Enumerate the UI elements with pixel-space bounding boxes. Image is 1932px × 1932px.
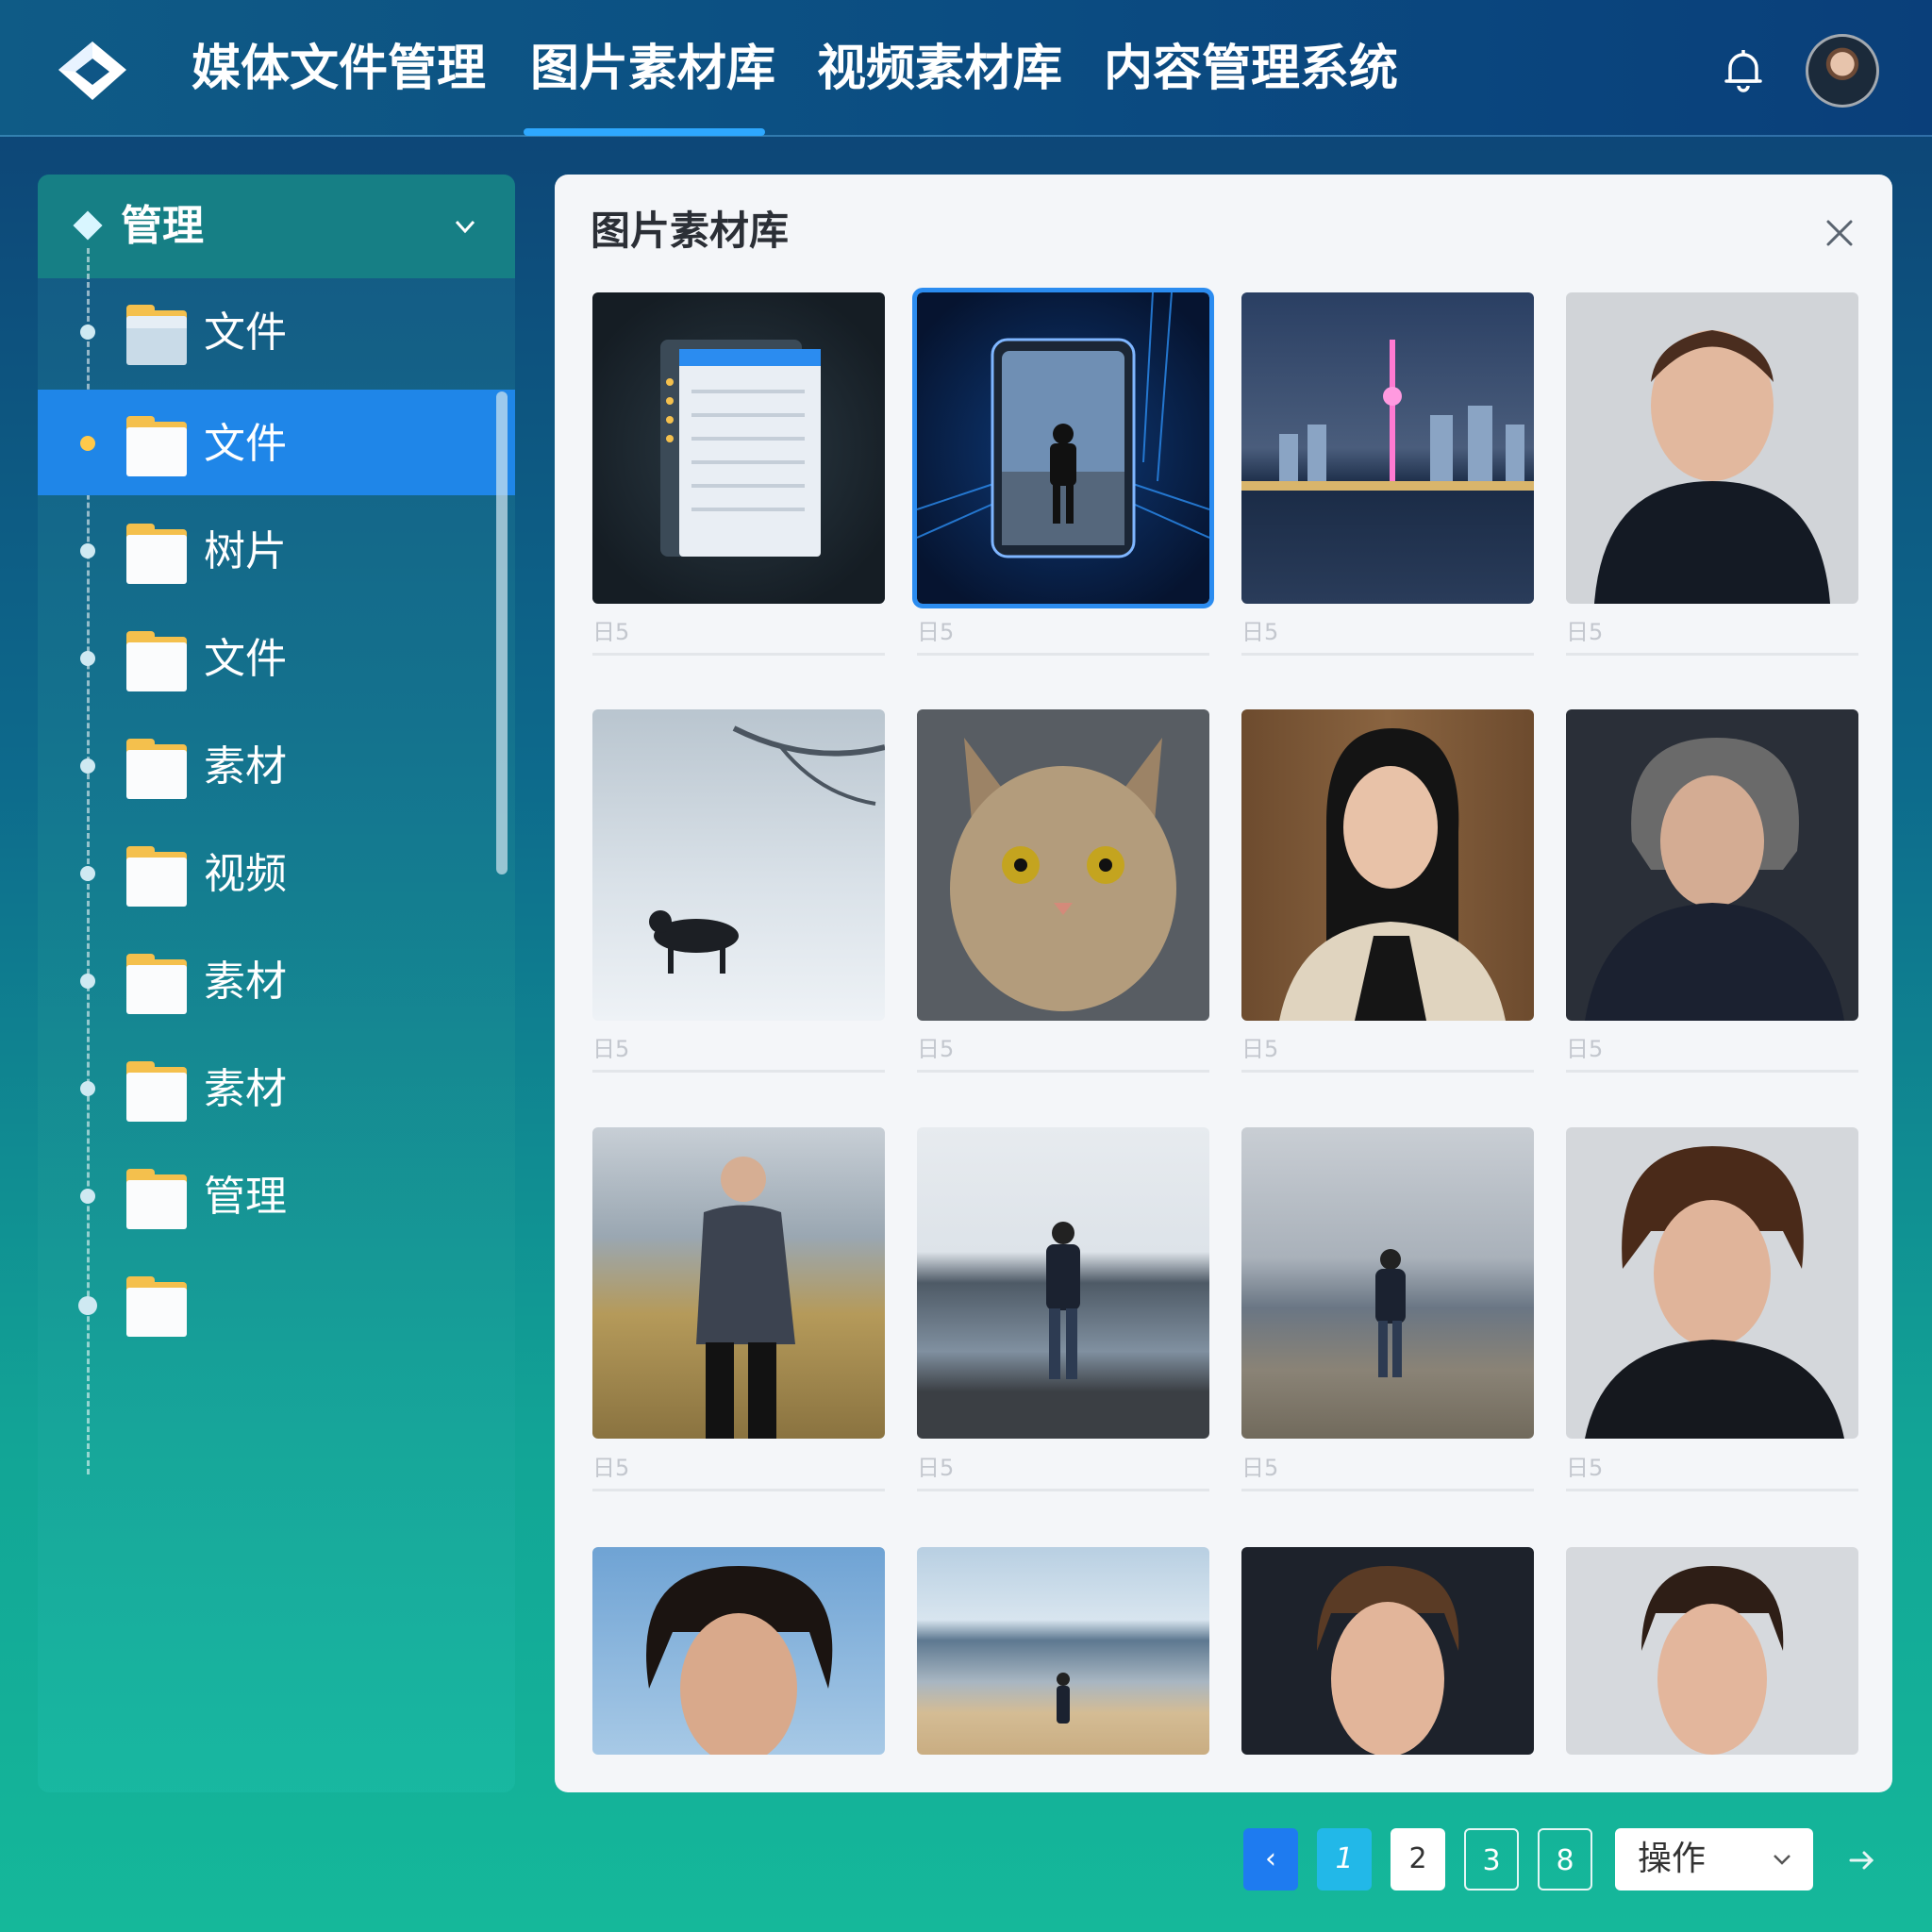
- thumb-caption: 日5: [592, 618, 885, 656]
- thumb-caption: 日5: [592, 1035, 885, 1073]
- thumb-phone-person[interactable]: [912, 288, 1214, 608]
- close-icon[interactable]: [1821, 214, 1858, 252]
- panel-title: 图片素材库: [591, 208, 790, 254]
- thumb-caption: 日5: [1241, 618, 1534, 656]
- top-navbar: 媒体文件管理 图片素材库 视频素材库 内容管理系统: [0, 0, 1932, 137]
- folder-icon: [126, 1169, 187, 1229]
- app-logo-icon[interactable]: [55, 38, 130, 104]
- folder-icon: [126, 524, 187, 584]
- thumb-man-portrait[interactable]: [1566, 292, 1858, 604]
- tree-item-video[interactable]: 视频: [38, 820, 515, 925]
- thumb-man-curly-dark[interactable]: [1566, 709, 1858, 1021]
- tree-item-label: 文件: [204, 635, 287, 683]
- chevron-down-icon[interactable]: [449, 210, 481, 242]
- folder-icon: [126, 305, 187, 365]
- thumb-caption: 日5: [917, 1035, 1209, 1073]
- sidebar-scrollbar[interactable]: [496, 391, 508, 874]
- page-current[interactable]: 1: [1317, 1828, 1372, 1890]
- folder-icon: [126, 1276, 187, 1337]
- thumb-document-mockup[interactable]: [592, 292, 885, 604]
- tree-item-material-2[interactable]: 素材: [38, 927, 515, 1033]
- tree-item-label: 素材: [204, 1065, 287, 1113]
- action-select[interactable]: 操作: [1615, 1828, 1813, 1890]
- tree-item-file-2[interactable]: 文件: [38, 605, 515, 710]
- thumb-woman-library[interactable]: [1241, 709, 1534, 1021]
- nav-cms[interactable]: 内容管理系统: [1104, 36, 1398, 102]
- tree-item-file-active[interactable]: 文件: [38, 390, 515, 495]
- thumb-man-lake[interactable]: [592, 1127, 885, 1439]
- tree-node-dot: [80, 325, 95, 340]
- sidebar: 管理 文件 文件 树片 文件 素材 视频 素材 素材 管理: [38, 175, 515, 1792]
- folder-icon: [126, 739, 187, 799]
- page-3[interactable]: 3: [1464, 1828, 1519, 1890]
- thumb-caption: 日5: [1566, 1035, 1858, 1073]
- chevron-down-icon: [1774, 1855, 1790, 1865]
- folder-icon: [126, 954, 187, 1014]
- folder-icon: [126, 1061, 187, 1122]
- action-select-value: 操作: [1638, 1840, 1707, 1878]
- thumb-young-man[interactable]: [592, 1547, 885, 1755]
- nav-video-library[interactable]: 视频素材库: [817, 36, 1062, 102]
- diamond-icon: [73, 210, 103, 241]
- tree-node-dot: [80, 974, 95, 989]
- tree-item-label: 视频: [204, 850, 287, 898]
- thumb-man-curly-portrait[interactable]: [1566, 1127, 1858, 1439]
- thumb-man-dark[interactable]: [1241, 1547, 1534, 1755]
- nav-image-library[interactable]: 图片素材库: [530, 36, 775, 102]
- user-avatar[interactable]: [1806, 34, 1879, 108]
- tree-node-dot: [78, 1296, 97, 1315]
- tree-node-dot: [80, 758, 95, 774]
- tree-node-dot: [80, 651, 95, 666]
- page-8[interactable]: 8: [1538, 1828, 1592, 1890]
- tree-item-material-3[interactable]: 素材: [38, 1035, 515, 1141]
- thumb-person-beach[interactable]: [917, 1547, 1209, 1755]
- tree-item-label: 文件: [204, 420, 287, 468]
- next-page-arrow-icon[interactable]: [1843, 1841, 1881, 1879]
- bell-icon[interactable]: [1719, 45, 1768, 94]
- thumb-caption: 日5: [917, 1454, 1209, 1491]
- thumb-person-rocks[interactable]: [1241, 1127, 1534, 1439]
- tree-node-dot: [80, 1081, 95, 1096]
- thumb-caption: 日5: [1241, 1454, 1534, 1491]
- thumb-caption: 日5: [917, 618, 1209, 656]
- tree-node-dot: [80, 1189, 95, 1204]
- tree-node-dot: [80, 866, 95, 881]
- prev-page-button[interactable]: ‹: [1243, 1828, 1298, 1890]
- thumb-tabby-cat[interactable]: [917, 709, 1209, 1021]
- thumb-city-skyline[interactable]: [1241, 292, 1534, 604]
- tree-item-label: 管理: [204, 1173, 287, 1221]
- folder-icon: [126, 846, 187, 907]
- folder-icon: [126, 416, 187, 476]
- image-library-panel: 图片素材库 日5 日5 日5 日5 日5 日5 日5 日5 日5 日5 日5 日…: [555, 175, 1892, 1792]
- thumb-caption: 日5: [1566, 1454, 1858, 1491]
- tree-item-label: 素材: [204, 742, 287, 791]
- tree-node-dot: [80, 543, 95, 558]
- tree-item-tree-slice[interactable]: 树片: [38, 497, 515, 603]
- thumb-person-sea[interactable]: [917, 1127, 1209, 1439]
- tree-item-manage[interactable]: 管理: [38, 1142, 515, 1248]
- nav-active-indicator: [524, 128, 765, 136]
- sidebar-header[interactable]: 管理: [38, 175, 515, 278]
- thumb-caption: 日5: [1566, 618, 1858, 656]
- thumb-caption: 日5: [592, 1454, 885, 1491]
- page-2[interactable]: 2: [1391, 1828, 1445, 1890]
- tree-item-empty[interactable]: [38, 1250, 515, 1356]
- sidebar-title: 管理: [121, 202, 204, 250]
- folder-icon: [126, 631, 187, 691]
- thumb-caption: 日5: [1241, 1035, 1534, 1073]
- thumb-man-light[interactable]: [1566, 1547, 1858, 1755]
- thumb-dog-snow[interactable]: [592, 709, 885, 1021]
- tree-item-material[interactable]: 素材: [38, 712, 515, 818]
- tree-item-file[interactable]: 文件: [38, 278, 515, 384]
- tree-node-dot: [80, 436, 95, 451]
- tree-item-label: 文件: [204, 308, 287, 357]
- nav-media-files[interactable]: 媒体文件管理: [192, 36, 486, 102]
- tree-item-label: 树片: [204, 527, 287, 575]
- tree-item-label: 素材: [204, 958, 287, 1006]
